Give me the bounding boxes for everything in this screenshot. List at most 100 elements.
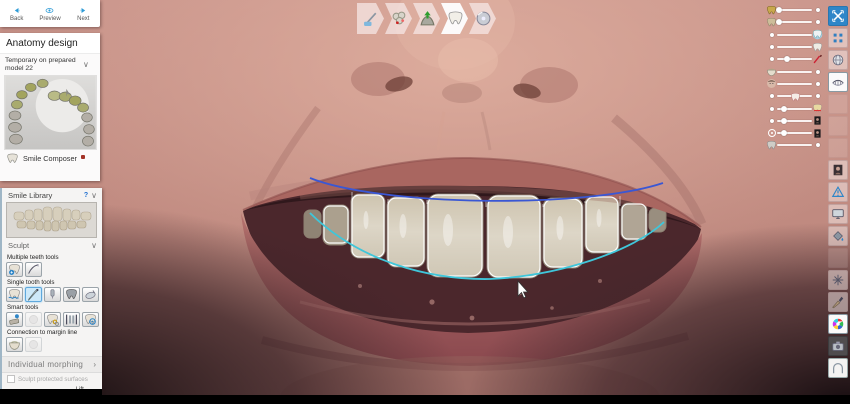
slider-radio[interactable] — [766, 128, 777, 139]
visibility-slider-row — [766, 16, 823, 28]
visibility-slider-row — [766, 127, 823, 139]
smile-composer-button[interactable]: Smile Composer — [0, 150, 100, 164]
smile-library-panel: Smile Library ? ∨ Sculpt ∨ Multiple teet — [0, 188, 102, 404]
warning-icon[interactable] — [828, 182, 848, 202]
slider-handle[interactable] — [776, 7, 783, 14]
tooth-cup-icon[interactable] — [766, 66, 777, 77]
visibility-slider-row — [766, 29, 823, 41]
slider-track[interactable] — [776, 19, 812, 26]
camera-icon[interactable] — [828, 336, 848, 356]
fit-view-icon[interactable] — [828, 6, 848, 26]
sculpt-tool-groups: Multiple teeth tools Single tooth tools Sm… — [2, 254, 102, 352]
library-chevron-down-icon[interactable]: ∨ — [91, 191, 97, 200]
slider-end-dot — [766, 42, 777, 53]
slider-end-dot — [766, 103, 777, 114]
wire-deform-tool[interactable] — [25, 262, 42, 277]
slider-track[interactable] — [777, 46, 812, 49]
stamp-tool[interactable] — [6, 312, 23, 327]
slider-handle[interactable] — [776, 19, 783, 26]
finalize-step[interactable] — [469, 3, 496, 34]
scalpel-tool[interactable] — [25, 287, 42, 302]
back-icon — [14, 7, 20, 13]
slider-track[interactable] — [777, 56, 812, 63]
chain-link-tool[interactable] — [44, 312, 61, 327]
slider-track[interactable] — [777, 117, 812, 124]
help-icon[interactable]: ? — [81, 192, 91, 199]
scan-adapt-tool[interactable] — [82, 312, 99, 327]
patient-photo-viewport[interactable] — [0, 0, 850, 404]
next-label: Next — [77, 15, 90, 22]
visibility-slider-row — [766, 90, 823, 102]
wizard-step-bar — [357, 3, 497, 34]
heart-tooth-icon[interactable] — [790, 90, 801, 102]
visibility-slider-row — [766, 65, 823, 77]
add-material-tool[interactable] — [44, 287, 61, 302]
slider-track[interactable] — [777, 33, 812, 36]
preview-button[interactable]: Preview — [33, 0, 66, 27]
slider-end-dot — [812, 78, 823, 89]
pencil-red-icon[interactable] — [812, 54, 823, 65]
individual-morphing-section[interactable]: Individual morphing › — [2, 356, 102, 373]
slider-handle[interactable] — [781, 130, 787, 137]
transform-teeth-tool[interactable] — [6, 262, 23, 277]
slider-track[interactable] — [777, 105, 812, 112]
view-tool-4-icon — [828, 248, 848, 268]
view-toolbar — [828, 6, 848, 380]
tooth-arch-chart[interactable] — [4, 75, 97, 150]
slider-end-dot — [766, 54, 777, 65]
tooth-white-icon[interactable] — [812, 42, 823, 53]
back-label: Back — [9, 15, 24, 22]
slider-track[interactable] — [776, 7, 812, 14]
brush-icon[interactable] — [828, 292, 848, 312]
crown-shape-tool[interactable] — [63, 287, 80, 302]
preview-eye-icon — [46, 7, 54, 13]
slider-handle[interactable] — [783, 56, 790, 63]
visibility-slider-row — [766, 139, 823, 151]
anatomy-design-step[interactable] — [441, 3, 468, 34]
scan-step[interactable] — [357, 3, 384, 34]
tooth-small-icon[interactable] — [766, 140, 777, 151]
slider-track[interactable] — [777, 130, 812, 137]
smile-library-thumbnail[interactable] — [6, 202, 97, 238]
visibility-slider-row — [766, 115, 823, 127]
tool-row — [6, 337, 102, 352]
next-icon — [80, 7, 85, 13]
wave-deform-tool[interactable] — [6, 287, 23, 302]
color-wheel-icon[interactable] — [828, 314, 848, 334]
smile-composer-label: Smile Composer — [23, 154, 77, 163]
tool-row — [6, 262, 102, 277]
slider-end-dot — [812, 5, 823, 16]
slider-track[interactable] — [777, 82, 812, 85]
paint-bucket-icon[interactable] — [828, 226, 848, 246]
layout-dots-icon[interactable] — [828, 28, 848, 48]
photo-icon[interactable] — [812, 115, 823, 126]
slider-handle[interactable] — [781, 105, 787, 112]
sculpt-chevron-down-icon[interactable]: ∨ — [91, 241, 97, 250]
letterbox-bar — [0, 395, 850, 404]
teeth-view-icon[interactable] — [828, 72, 848, 92]
photo-icon[interactable] — [812, 128, 823, 139]
next-button[interactable]: Next — [67, 0, 100, 27]
tooth-shade-icon[interactable] — [812, 103, 823, 114]
model-chevron-down-icon[interactable]: ∨ — [83, 57, 89, 73]
pillars-tool[interactable] — [63, 312, 80, 327]
tooth-blue-icon[interactable] — [812, 29, 823, 40]
visibility-slider-panel — [766, 4, 823, 152]
back-button[interactable]: Back — [0, 0, 33, 27]
visibility-slider-row — [766, 78, 823, 90]
portrait-icon[interactable] — [828, 160, 848, 180]
tooth-arch-icon[interactable] — [828, 358, 848, 378]
smoothing-disc-tool[interactable] — [82, 287, 99, 302]
slider-track[interactable] — [777, 144, 812, 147]
slider-track[interactable] — [777, 93, 812, 102]
insertion-direction-step[interactable] — [413, 3, 440, 34]
star-icon[interactable] — [828, 270, 848, 290]
monitor-icon[interactable] — [828, 204, 848, 224]
marking-step[interactable] — [385, 3, 412, 34]
slider-track[interactable] — [777, 70, 812, 73]
slider-handle[interactable] — [781, 117, 787, 124]
tooth-cup-tool[interactable] — [6, 337, 23, 352]
trademark-marker — [80, 154, 85, 159]
face-icon[interactable] — [766, 78, 777, 89]
globe-icon[interactable] — [828, 50, 848, 70]
